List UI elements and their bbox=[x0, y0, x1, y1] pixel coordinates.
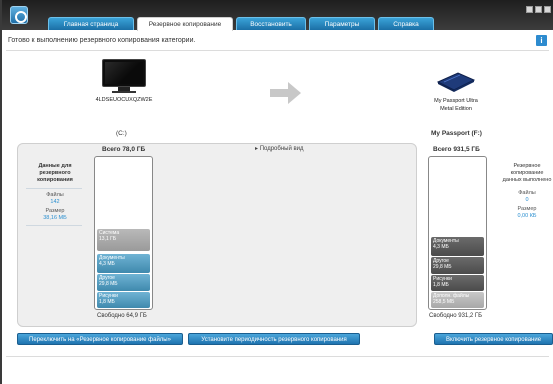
triangle-right-icon: ▸ bbox=[255, 146, 259, 152]
target-files-value: 0 bbox=[525, 197, 529, 203]
target-total: Всего 931,5 ГБ bbox=[433, 146, 480, 153]
target-capacity-bar: Документы 4,3 МБ Другое 29,8 МБ Рисунки … bbox=[428, 156, 487, 310]
target-summary: Резервное копирование данных выполнено Ф… bbox=[501, 163, 553, 219]
target-drive-label: My Passport (F:) bbox=[431, 130, 482, 137]
close-icon[interactable] bbox=[544, 6, 551, 13]
segment-pictures: Рисунки 1,8 МБ bbox=[431, 275, 484, 291]
monitor-icon bbox=[102, 59, 146, 87]
source-summary: Данные для резервного копирования Файлы … bbox=[24, 163, 86, 221]
source-drive-label: (C:) bbox=[116, 130, 127, 137]
segment-value: 29,8 МБ bbox=[99, 281, 118, 287]
summary-divider bbox=[26, 225, 82, 226]
target-device-name-line2: Metal Edition bbox=[440, 106, 472, 112]
tab-settings[interactable]: Параметры bbox=[309, 17, 375, 30]
tab-restore[interactable]: Восстановить bbox=[236, 17, 306, 30]
source-device-name: 4LDSEUOCUXQZW2E bbox=[95, 97, 153, 103]
minimize-icon[interactable] bbox=[526, 6, 533, 13]
set-frequency-button[interactable]: Установите периодичность резервного копи… bbox=[188, 333, 360, 345]
tab-home[interactable]: Главная страница bbox=[48, 17, 134, 30]
segment-value: 258,5 МБ bbox=[433, 299, 455, 305]
source-files-label: Файлы bbox=[46, 192, 64, 198]
source-size-label: Размер bbox=[45, 208, 65, 214]
segment-other: Другое 29,8 МБ bbox=[97, 274, 150, 291]
maximize-icon[interactable] bbox=[535, 6, 542, 13]
app-logo-icon bbox=[10, 6, 28, 24]
segment-value: 29,8 МБ bbox=[433, 264, 452, 270]
segment-value: 1,8 МБ bbox=[433, 282, 449, 288]
wd-backup-window: Главная страница Резервное копирование В… bbox=[0, 0, 553, 384]
target-size-label: Размер bbox=[517, 206, 537, 212]
target-files-label: Файлы bbox=[518, 190, 536, 196]
segment-documents: Документы 4,3 МБ bbox=[97, 254, 150, 273]
source-capacity-bar: Система 13,1 ГБ Документы 4,3 МБ Другое … bbox=[94, 156, 153, 310]
divider bbox=[6, 356, 549, 357]
segment-documents: Документы 4,3 МБ bbox=[431, 237, 484, 256]
monitor-stand-base bbox=[112, 91, 136, 93]
summary-divider bbox=[26, 188, 82, 189]
tab-help[interactable]: Справка bbox=[378, 17, 434, 30]
detailed-view-label: Подробный вид bbox=[259, 146, 304, 152]
source-files-value: 142 bbox=[50, 199, 60, 205]
status-text: Готово к выполнению резервного копирован… bbox=[8, 37, 196, 44]
segment-pictures: Рисунки 1,8 МБ bbox=[97, 292, 150, 308]
segment-value: 13,1 ГБ bbox=[99, 236, 117, 242]
info-icon[interactable]: i bbox=[536, 35, 547, 46]
target-device-name-line1: My Passport Ultra bbox=[434, 98, 478, 104]
target-summary-title: Резервное копирование данных выполнено bbox=[502, 163, 552, 183]
window-controls bbox=[526, 6, 551, 13]
external-drive-icon bbox=[436, 72, 476, 92]
switch-file-backup-button[interactable]: Переключить на «Резервное копирование фа… bbox=[17, 333, 183, 345]
source-summary-title: Данные для резервного копирования bbox=[37, 163, 73, 183]
source-size-value: 38,16 МБ bbox=[43, 215, 67, 221]
segment-extra-files: Дополн. файлы 258,5 МБ bbox=[431, 292, 484, 308]
enable-backup-button[interactable]: Включить резервное копирование bbox=[434, 333, 553, 345]
tab-backup[interactable]: Резервное копирование bbox=[137, 17, 233, 31]
segment-value: 4,3 МБ bbox=[433, 244, 449, 250]
source-free-space: Свободно 64,9 ГБ bbox=[97, 313, 147, 319]
segment-value: 1,8 МБ bbox=[99, 299, 115, 305]
divider bbox=[6, 50, 549, 51]
segment-other: Другое 29,8 МБ bbox=[431, 257, 484, 274]
title-bar: Главная страница Резервное копирование В… bbox=[2, 0, 553, 31]
detailed-view-link[interactable]: ▸ Подробный вид bbox=[255, 145, 304, 152]
arrow-right-icon bbox=[270, 82, 301, 104]
target-free-space: Свободно 931,2 ГБ bbox=[429, 313, 483, 319]
segment-value: 4,3 МБ bbox=[99, 261, 115, 267]
segment-system: Система 13,1 ГБ bbox=[97, 229, 150, 251]
source-total: Всего 78,0 ГБ bbox=[102, 146, 146, 153]
target-size-value: 0,00 КБ bbox=[517, 213, 537, 219]
target-device-name: My Passport Ultra Metal Edition bbox=[420, 97, 492, 113]
